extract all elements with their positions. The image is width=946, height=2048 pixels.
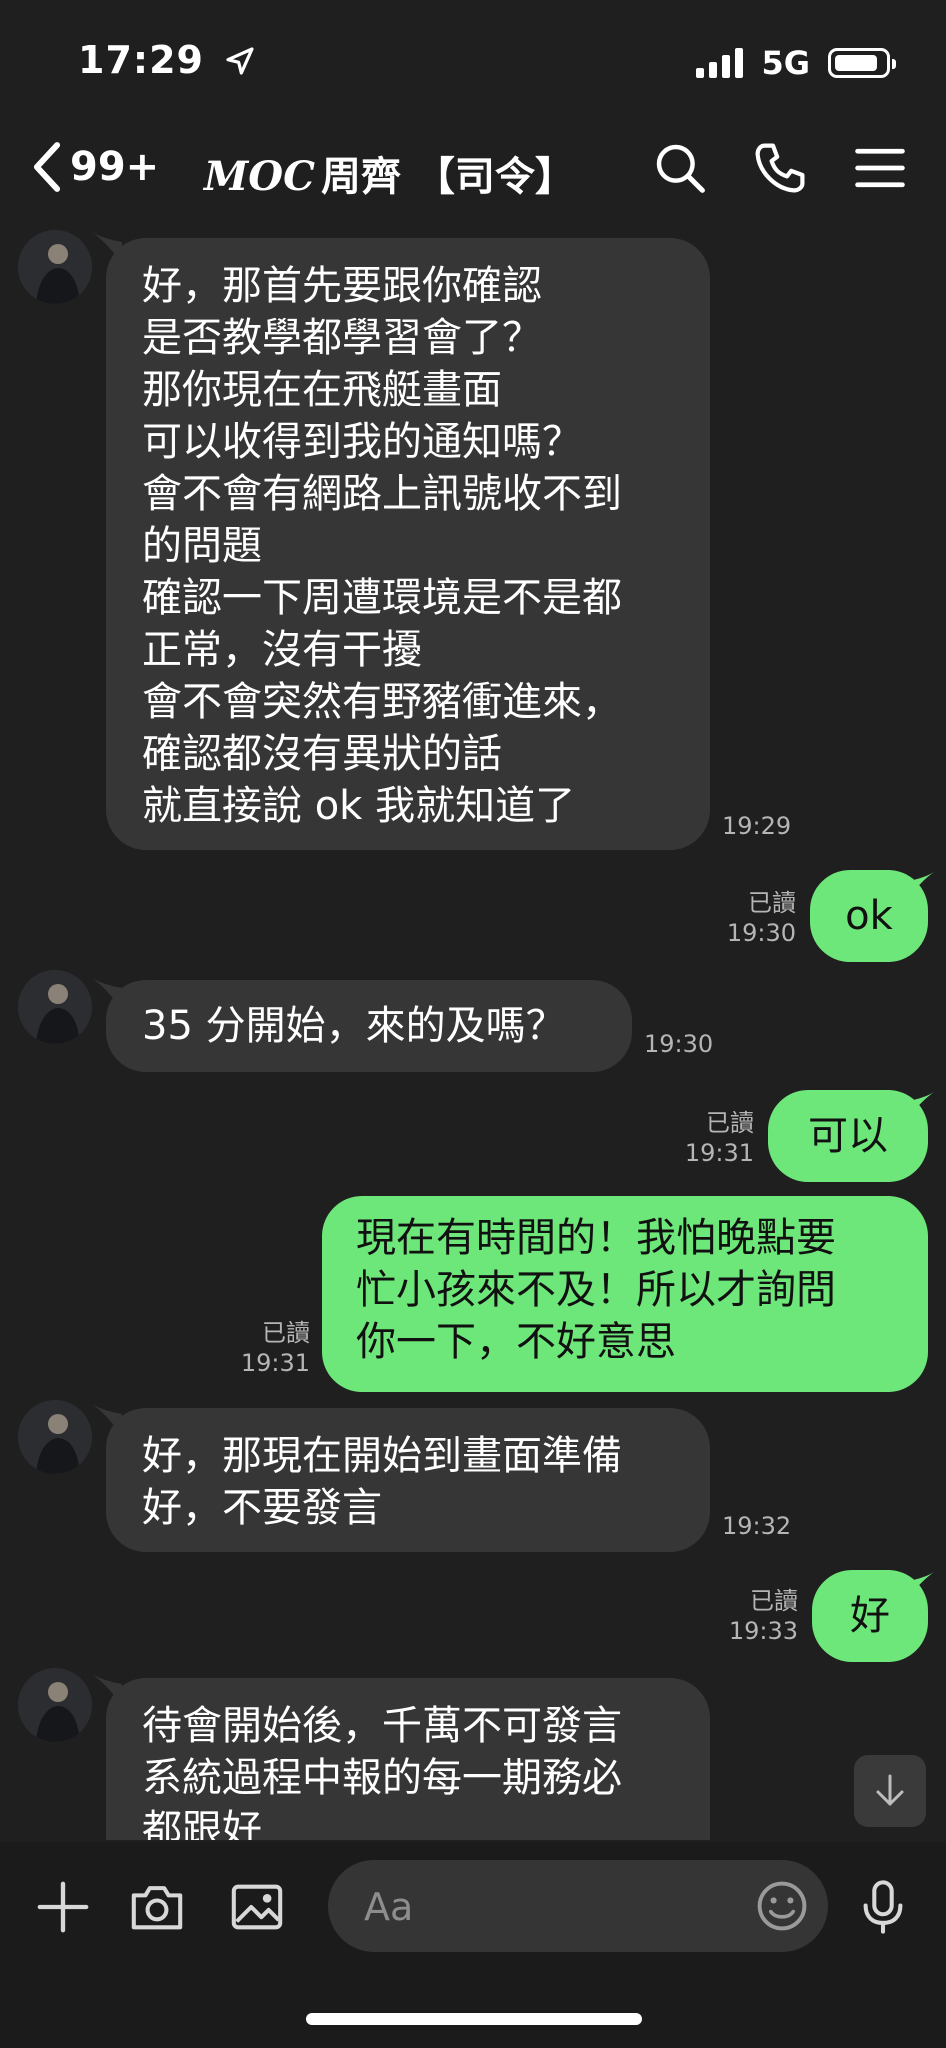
message-meta: 已讀 19:33 (712, 1586, 798, 1646)
avatar[interactable] (18, 230, 92, 304)
camera-icon[interactable] (128, 1878, 186, 1936)
message-bubble-incoming[interactable]: 35 分開始，來的及嗎？ (106, 980, 632, 1072)
battery-icon (828, 48, 896, 78)
plus-icon[interactable] (34, 1878, 92, 1936)
avatar-image (18, 1668, 92, 1742)
image-icon[interactable] (228, 1878, 286, 1936)
unread-count: 99+ (70, 144, 160, 190)
avatar[interactable] (18, 1400, 92, 1474)
message-time: 19:30 (726, 919, 796, 947)
read-receipt: 已讀 (748, 889, 796, 917)
status-time-label: 17:29 (78, 38, 204, 82)
chevron-left-icon (33, 142, 61, 192)
avatar[interactable] (18, 970, 92, 1044)
message-meta: 已讀 19:31 (668, 1108, 754, 1168)
microphone-icon[interactable] (854, 1878, 912, 1936)
chat-title-prefix: MOC (204, 153, 315, 200)
message-list[interactable]: 好，那首先要跟你確認 是否教學都學習會了？ 那你現在在飛艇畫面 可以收得到我的通… (0, 222, 946, 1840)
emoji-icon[interactable] (754, 1878, 810, 1934)
avatar[interactable] (18, 1668, 92, 1742)
network-type: 5G (761, 44, 810, 82)
back-button[interactable]: 99+ (30, 140, 159, 194)
bubble-tail (904, 872, 934, 902)
arrow-down-icon (876, 1774, 904, 1806)
read-receipt: 已讀 (750, 1587, 798, 1615)
message-meta: 已讀 19:31 (220, 1318, 310, 1378)
message-time: 19:31 (240, 1349, 310, 1377)
chat-header: 99+ MOC 周齊 【司令】 (0, 120, 946, 220)
search-icon[interactable] (652, 140, 708, 196)
message-input-container (328, 1860, 828, 1954)
status-bar: 17:29 5G (0, 0, 946, 120)
message-time: 19:32 (722, 1512, 792, 1540)
menu-icon[interactable] (852, 140, 908, 196)
message-time: 19:29 (722, 812, 792, 840)
bubble-tail (904, 1572, 934, 1602)
avatar-image (18, 230, 92, 304)
chat-title[interactable]: MOC 周齊 【司令】 (204, 144, 575, 202)
phone-icon[interactable] (752, 140, 808, 196)
home-indicator[interactable] (306, 2013, 642, 2025)
read-receipt: 已讀 (262, 1319, 310, 1347)
message-bubble-incoming[interactable]: 好，那現在開始到畫面準備 好，不要發言 (106, 1408, 710, 1552)
message-time: 19:30 (644, 1030, 714, 1058)
avatar-image (18, 970, 92, 1044)
message-bubble-incoming[interactable]: 好，那首先要跟你確認 是否教學都學習會了？ 那你現在在飛艇畫面 可以收得到我的通… (106, 238, 710, 850)
message-bubble-incoming[interactable]: 待會開始後，千萬不可發言 系統過程中報的每一期務必 都跟好 (106, 1678, 710, 1840)
message-time: 19:31 (684, 1139, 754, 1167)
message-time: 19:33 (728, 1617, 798, 1645)
message-meta: 已讀 19:30 (710, 888, 796, 948)
scroll-to-bottom-button[interactable] (854, 1755, 926, 1827)
read-receipt: 已讀 (706, 1109, 754, 1137)
location-arrow-icon (226, 47, 254, 75)
avatar-image (18, 1400, 92, 1474)
cellular-signal-icon (696, 48, 744, 78)
status-time: 17:29 (78, 38, 256, 82)
message-bubble-outgoing[interactable]: 現在有時間的！我怕晚點要 忙小孩來不及！所以才詢問 你一下，不好意思 (322, 1196, 928, 1392)
bubble-tail (904, 1092, 934, 1122)
status-indicators: 5G (696, 44, 896, 82)
chat-title-name: 周齊 【司令】 (320, 154, 575, 200)
message-input[interactable] (362, 1860, 746, 1954)
